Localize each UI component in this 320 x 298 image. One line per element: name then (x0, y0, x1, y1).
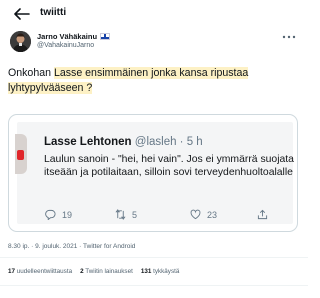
tweet-text: Onkohan Lasse ensimmäinen jonka kansa ri… (8, 66, 304, 96)
tweet-text-highlight: Lasse ensimmäinen jonka kansa ripustaa (53, 67, 249, 79)
tweet-image[interactable]: Lasse Lehtonen @lasleh · 5 h Laulun sano… (8, 114, 298, 232)
embedded-author: Lasse Lehtonen @lasleh · 5 h (44, 136, 203, 148)
quotes-count: 2 (80, 268, 84, 275)
author-name-text: Jarno Vähäkainu (37, 32, 98, 41)
reply-icon (45, 209, 56, 220)
embedded-tweet: Lasse Lehtonen @lasleh · 5 h Laulun sano… (15, 122, 294, 224)
likes-stat[interactable]: 131 tykkäystä (141, 268, 180, 275)
quotes-stat[interactable]: 2 Twiitin lainaukset (80, 268, 133, 275)
embedded-like-count: 23 (207, 209, 218, 220)
embedded-text: Laulun sanoin - "hei, hei vain". Jos ei … (44, 154, 294, 178)
embedded-like: 23 (190, 209, 217, 220)
tweet-text-highlight-2: lyhtypylvääseen ? (8, 82, 93, 94)
likes-count: 131 (140, 268, 152, 275)
embedded-avatar (15, 134, 27, 174)
likes-label: tykkäystä (153, 268, 180, 275)
quotes-label: Twiitin lainaukset (85, 268, 133, 275)
embedded-reply: 19 (45, 209, 72, 220)
embedded-actions: 19 5 23 (45, 209, 275, 223)
embedded-retweet-count: 5 (132, 209, 138, 220)
top-bar: twiitti (0, 0, 308, 28)
retweets-count: 17 (8, 268, 16, 275)
finland-flag-icon (100, 33, 111, 40)
tweet-stats: 17 uudelleentwiittausta 2 Twiitin lainau… (8, 268, 179, 275)
arrow-left-icon[interactable] (14, 8, 30, 20)
tweet-text-plain: Onkohan (8, 67, 54, 79)
page-title: twiitti (40, 7, 67, 18)
share-icon (257, 209, 268, 220)
tweet-timestamp[interactable]: 8.30 ip. · 9. jouluk. 2021 · Twitter for… (8, 243, 135, 250)
embedded-reply-count: 19 (62, 209, 73, 220)
author-handle[interactable]: @VahakainuJarno (37, 42, 94, 49)
divider (0, 257, 308, 258)
retweet-icon (115, 209, 126, 220)
divider (0, 285, 308, 286)
retweets-label: uudelleentwiittausta (16, 268, 73, 275)
embedded-share (257, 209, 268, 220)
embedded-retweet: 5 (115, 209, 137, 220)
embedded-name: Lasse Lehtonen (44, 136, 132, 148)
embedded-handle: @lasleh · 5 h (134, 136, 203, 148)
heart-icon (190, 209, 201, 220)
retweets-stat[interactable]: 17 uudelleentwiittausta (8, 268, 72, 275)
avatar[interactable] (10, 31, 31, 52)
author-name[interactable]: Jarno Vähäkainu (37, 32, 111, 41)
more-icon[interactable] (282, 34, 296, 40)
